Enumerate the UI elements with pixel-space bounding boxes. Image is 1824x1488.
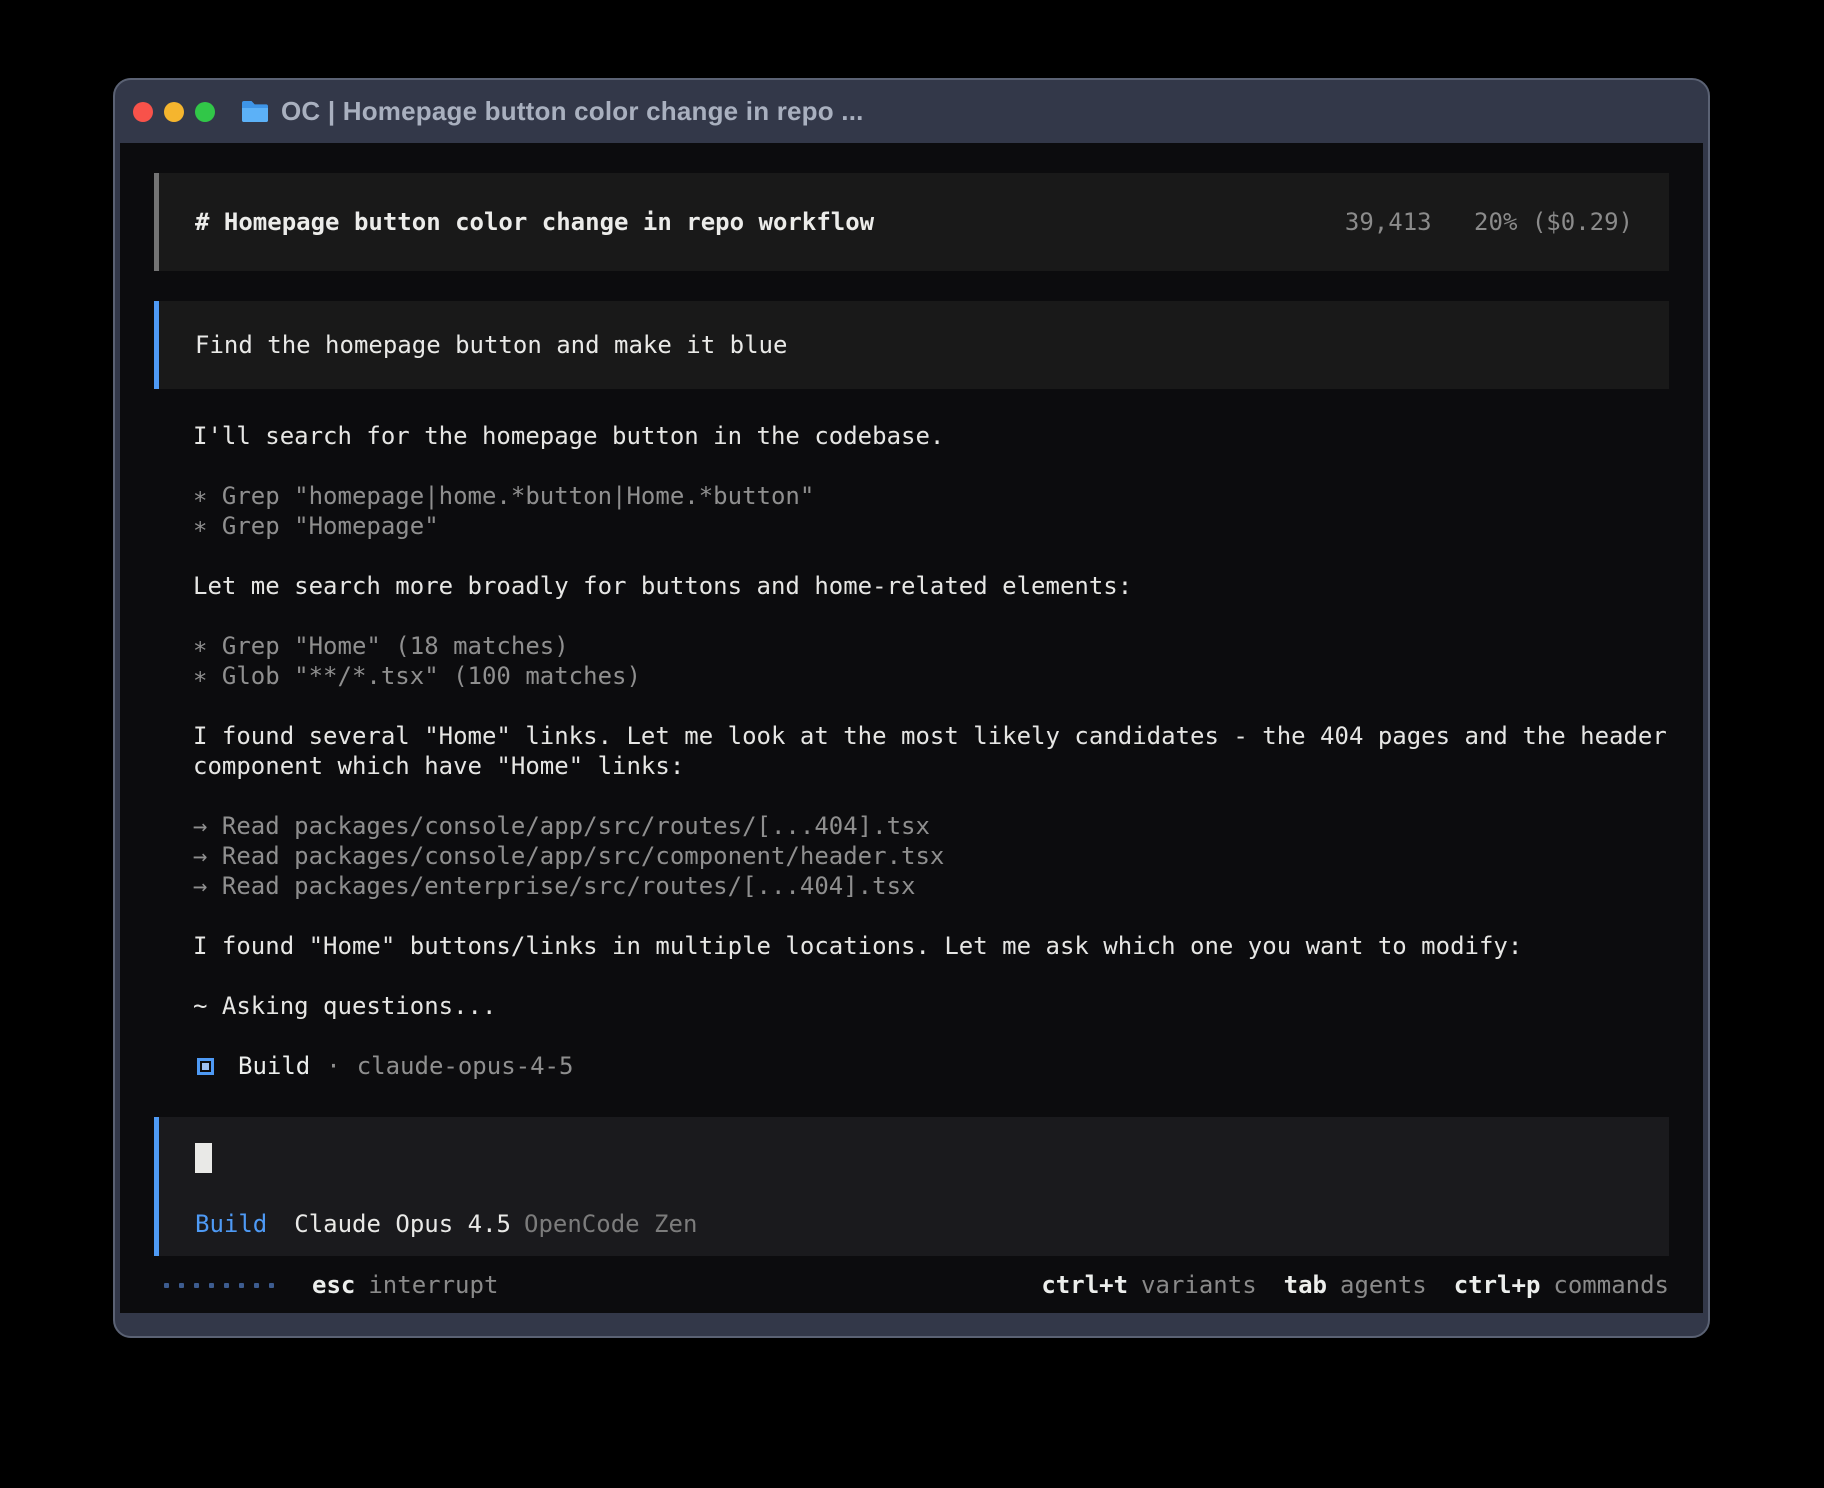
status-bar: esc interrupt ctrl+t variants tab agents… bbox=[154, 1270, 1669, 1300]
separator-dot: · bbox=[326, 1051, 340, 1081]
terminal-window: OC | Homepage button color change in rep… bbox=[113, 78, 1710, 1338]
tool-call-grep: ∗ Grep "homepage|home.*button|Home.*butt… bbox=[193, 481, 1669, 511]
session-title: # Homepage button color change in repo w… bbox=[195, 207, 874, 237]
user-message-text: Find the homepage button and make it blu… bbox=[195, 331, 787, 359]
window-titlebar[interactable]: OC | Homepage button color change in rep… bbox=[115, 80, 1708, 143]
input-mode-badge[interactable]: Build bbox=[195, 1209, 267, 1239]
token-count: 39,413 bbox=[1345, 208, 1432, 236]
tool-call-read: → Read packages/console/app/src/routes/[… bbox=[193, 811, 1669, 841]
tool-call-group: ∗ Grep "homepage|home.*button|Home.*butt… bbox=[193, 481, 1669, 541]
agent-status: Build · claude-opus-4-5 bbox=[197, 1051, 1669, 1081]
tool-call-glob: ∗ Glob "**/*.tsx" (100 matches) bbox=[193, 661, 1669, 691]
input-provider-label: OpenCode Zen bbox=[524, 1209, 697, 1239]
tool-call-group: ∗ Grep "Home" (18 matches) ∗ Glob "**/*.… bbox=[193, 631, 1669, 691]
maximize-button[interactable] bbox=[195, 102, 215, 122]
assistant-transcript: I'll search for the homepage button in t… bbox=[193, 421, 1669, 1081]
variants-label: variants bbox=[1141, 1270, 1257, 1300]
assistant-text: Let me search more broadly for buttons a… bbox=[193, 571, 1669, 601]
hint-commands[interactable]: ctrl+p commands bbox=[1454, 1270, 1669, 1300]
tool-call-grep: ∗ Grep "Home" (18 matches) bbox=[193, 631, 1669, 661]
agent-build-icon bbox=[197, 1058, 214, 1075]
tool-call-grep: ∗ Grep "Homepage" bbox=[193, 511, 1669, 541]
hint-variants[interactable]: ctrl+t variants bbox=[1041, 1270, 1256, 1300]
window-title: OC | Homepage button color change in rep… bbox=[281, 96, 864, 127]
terminal-content: # Homepage button color change in repo w… bbox=[120, 143, 1703, 1313]
activity-spinner-dots bbox=[164, 1283, 274, 1288]
assistant-working-status: ~ Asking questions... bbox=[193, 991, 1669, 1021]
tab-key-hint[interactable]: tab bbox=[1284, 1270, 1327, 1300]
assistant-text: I found several "Home" links. Let me loo… bbox=[193, 721, 1669, 781]
tool-call-read: → Read packages/enterprise/src/routes/[.… bbox=[193, 871, 1669, 901]
input-model-label[interactable]: Claude Opus 4.5 bbox=[294, 1209, 511, 1239]
agents-label: agents bbox=[1340, 1270, 1427, 1300]
context-usage-cost: 20% ($0.29) bbox=[1474, 208, 1633, 236]
user-message: Find the homepage button and make it blu… bbox=[154, 301, 1669, 389]
text-cursor bbox=[195, 1143, 212, 1173]
prompt-input[interactable]: Build Claude Opus 4.5 OpenCode Zen bbox=[154, 1117, 1669, 1256]
session-stats: 39,413 20% ($0.29) bbox=[1345, 207, 1633, 237]
commands-label: commands bbox=[1553, 1270, 1669, 1300]
ctrl-t-key-hint[interactable]: ctrl+t bbox=[1041, 1270, 1128, 1300]
assistant-text: I'll search for the homepage button in t… bbox=[193, 421, 1669, 451]
tool-call-group: → Read packages/console/app/src/routes/[… bbox=[193, 811, 1669, 901]
window-footer bbox=[115, 1313, 1708, 1336]
ctrl-p-key-hint[interactable]: ctrl+p bbox=[1454, 1270, 1541, 1300]
folder-icon bbox=[240, 99, 270, 124]
esc-key-hint[interactable]: esc bbox=[312, 1270, 355, 1300]
agent-model: claude-opus-4-5 bbox=[357, 1051, 574, 1081]
close-button[interactable] bbox=[133, 102, 153, 122]
assistant-text: I found "Home" buttons/links in multiple… bbox=[193, 931, 1669, 961]
minimize-button[interactable] bbox=[164, 102, 184, 122]
traffic-lights bbox=[133, 102, 215, 122]
agent-name: Build bbox=[238, 1051, 310, 1081]
input-meta: Build Claude Opus 4.5 OpenCode Zen bbox=[195, 1209, 1633, 1239]
esc-key-label: interrupt bbox=[368, 1270, 498, 1300]
hint-agents[interactable]: tab agents bbox=[1284, 1270, 1427, 1300]
session-header: # Homepage button color change in repo w… bbox=[154, 173, 1669, 271]
tool-call-read: → Read packages/console/app/src/componen… bbox=[193, 841, 1669, 871]
